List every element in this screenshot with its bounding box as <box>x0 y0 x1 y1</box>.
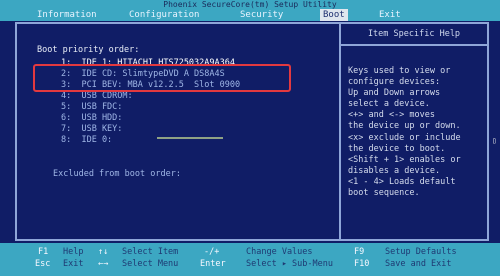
menu-boot[interactable]: Boot <box>320 9 348 21</box>
help-line: boot sequence. <box>348 188 420 199</box>
menu-security[interactable]: Security <box>237 9 286 21</box>
usb-hdd-placeholder <box>157 137 223 139</box>
boot-item-7[interactable]: 7: USB KEY: <box>61 124 122 135</box>
key-updown[interactable]: ↑↓ <box>98 246 108 258</box>
help-line: Up and Down arrows <box>348 88 441 99</box>
key-esc-desc: Exit <box>63 259 84 269</box>
help-line: <Shift + 1> enables or <box>348 154 461 165</box>
help-line: <1 - 4> Loads default <box>348 176 456 187</box>
status-row-1: F1 Help ↑↓ Select Item -/+ Change Values… <box>0 246 500 258</box>
help-line: the device up or down. <box>348 121 461 132</box>
help-title: Item Specific Help <box>341 24 487 46</box>
help-line: the device to boot. <box>348 143 446 154</box>
key-f9-desc: Setup Defaults <box>385 247 457 257</box>
key-f1[interactable]: F1 <box>38 246 48 258</box>
key-f10-desc: Save and Exit <box>385 259 452 269</box>
boot-priority-heading: Boot priority order: <box>37 45 140 55</box>
help-line: select a device. <box>348 99 430 110</box>
help-line: <x> exclude or include <box>348 132 461 143</box>
screen-edge-artifact: ▯ <box>492 136 497 145</box>
key-esc[interactable]: Esc <box>35 258 50 270</box>
menu-bar: Information Configuration Security Boot … <box>0 9 500 21</box>
key-enter-desc: Select ▸ Sub-Menu <box>246 259 333 269</box>
key-f1-desc: Help <box>63 247 84 257</box>
boot-item-8[interactable]: 8: IDE 0: <box>61 135 112 146</box>
boot-item-4[interactable]: 4: USB CDROM: <box>61 91 133 102</box>
excluded-heading: Excluded from boot order: <box>53 169 181 179</box>
selection-highlight-box <box>33 64 291 92</box>
status-bar: F1 Help ↑↓ Select Item -/+ Change Values… <box>0 243 500 276</box>
menu-information[interactable]: Information <box>34 9 100 21</box>
key-updown-desc: Select Item <box>122 247 179 257</box>
key-minus-plus[interactable]: -/+ <box>204 246 219 258</box>
key-f10[interactable]: F10 <box>354 258 369 270</box>
panel-divider <box>339 24 341 239</box>
bios-screen: Phoenix SecureCore(tm) Setup Utility Inf… <box>0 0 500 276</box>
key-leftright[interactable]: ←→ <box>98 258 108 270</box>
help-text: Keys used to view or configure devices: … <box>348 66 483 199</box>
menu-configuration[interactable]: Configuration <box>126 9 202 21</box>
window-title: Phoenix SecureCore(tm) Setup Utility <box>0 0 500 9</box>
key-leftright-desc: Select Menu <box>122 259 179 269</box>
help-line: configure devices: <box>348 77 441 88</box>
boot-item-6[interactable]: 6: USB HDD: <box>61 113 122 124</box>
key-minus-plus-desc: Change Values <box>246 247 313 257</box>
help-line: disables a device. <box>348 165 441 176</box>
help-line: <+> and <-> moves <box>348 110 435 121</box>
boot-item-5[interactable]: 5: USB FDC: <box>61 102 122 113</box>
main-panel: Boot priority order: 1: IDE 1: HITACHI H… <box>15 22 489 241</box>
menu-exit[interactable]: Exit <box>376 9 404 21</box>
key-enter[interactable]: Enter <box>200 258 226 270</box>
key-f9[interactable]: F9 <box>354 246 364 258</box>
status-row-2: Esc Exit ←→ Select Menu Enter Select ▸ S… <box>0 258 500 270</box>
help-line: Keys used to view or <box>348 66 451 76</box>
